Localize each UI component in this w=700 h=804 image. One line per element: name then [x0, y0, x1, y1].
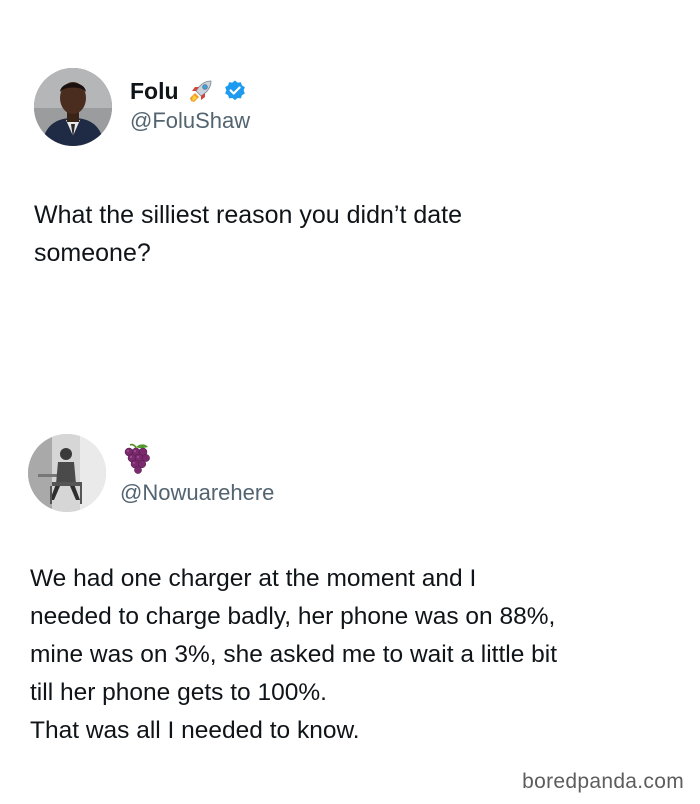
display-name[interactable]: Folu [130, 78, 179, 105]
avatar[interactable] [34, 68, 112, 146]
reply-avatar[interactable] [28, 434, 106, 512]
reply-user-handle[interactable]: @Nowuarehere [120, 480, 274, 506]
rocket-icon [187, 77, 215, 105]
tweet-text: What the silliest reason you didn’t date… [34, 201, 463, 267]
watermark: boredpanda.com [522, 770, 684, 793]
avatar-photo [34, 68, 112, 146]
original-tweet: Folu @FoluShaw What the silliest reason … [0, 0, 700, 400]
name-row: Folu [130, 76, 247, 106]
user-handle[interactable]: @FoluShaw [130, 108, 250, 134]
grapes-icon [120, 442, 154, 474]
verified-badge-icon [223, 79, 247, 103]
reply-text: We had one charger at the moment and I n… [30, 565, 558, 744]
reply-avatar-photo [28, 434, 106, 512]
